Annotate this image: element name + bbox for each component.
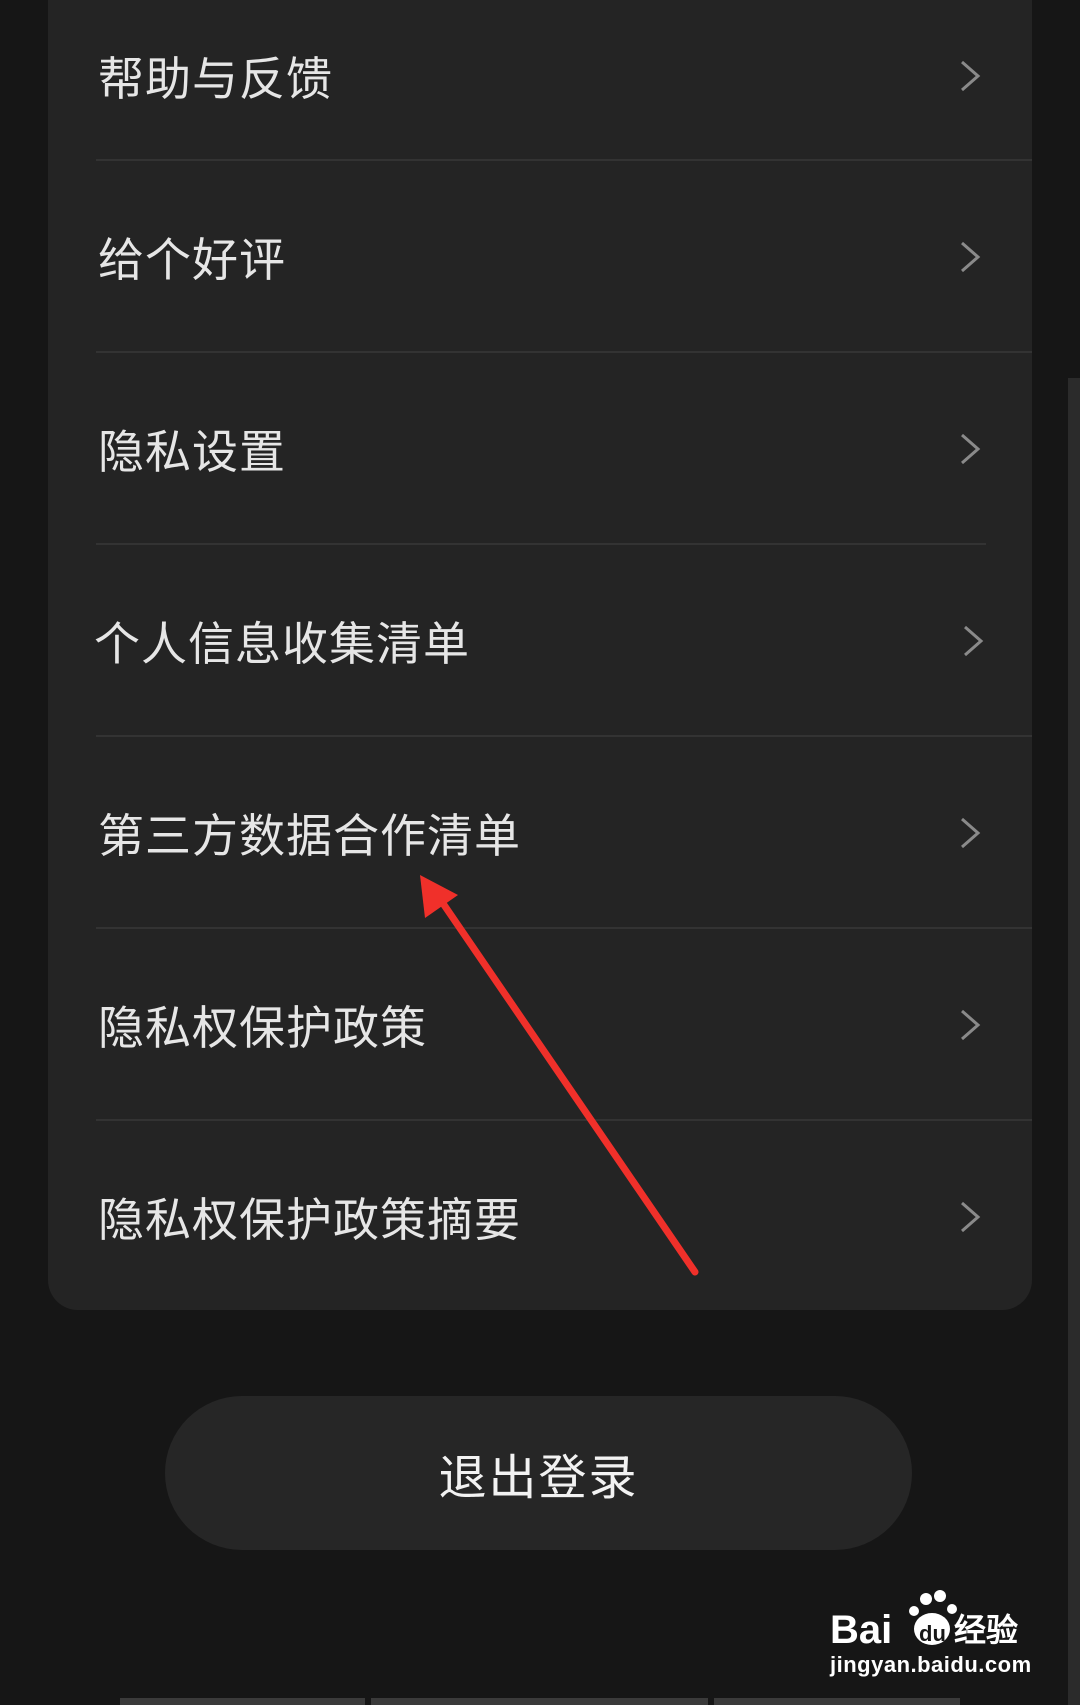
menu-item-privacy-policy-summary[interactable]: 隐私权保护政策摘要 — [48, 1121, 1032, 1313]
menu-item-label: 给个好评 — [98, 233, 286, 287]
chevron-right-icon — [961, 817, 981, 849]
menu-item-label: 第三方数据合作清单 — [98, 809, 521, 863]
chevron-right-icon — [961, 1201, 981, 1233]
menu-item-third-party-list[interactable]: 第三方数据合作清单 — [48, 737, 1032, 929]
chevron-right-icon — [961, 60, 981, 92]
menu-item-label: 隐私设置 — [98, 425, 286, 479]
bottom-tab-indicator — [371, 1698, 708, 1705]
watermark-url: jingyan.baidu.com — [830, 1652, 1032, 1677]
chevron-right-icon — [961, 1009, 981, 1041]
settings-card: 帮助与反馈 给个好评 隐私设置 个人信息收集清单 第三方数据合作清单 隐私权保护… — [48, 0, 1032, 1310]
bottom-tab-indicator — [120, 1698, 365, 1705]
svg-text:经验: 经验 — [954, 1611, 1018, 1649]
menu-item-label: 隐私权保护政策摘要 — [98, 1193, 521, 1247]
menu-item-personal-info-list[interactable]: 个人信息收集清单 — [48, 545, 1032, 737]
logout-button[interactable]: 退出登录 — [165, 1396, 912, 1550]
menu-item-rate-us[interactable]: 给个好评 — [48, 161, 1032, 353]
chevron-right-icon — [964, 625, 984, 657]
svg-text:Bai: Bai — [830, 1608, 892, 1652]
menu-item-privacy-policy[interactable]: 隐私权保护政策 — [48, 929, 1032, 1121]
menu-item-privacy-settings[interactable]: 隐私设置 — [48, 353, 1032, 545]
menu-item-label: 个人信息收集清单 — [94, 617, 470, 671]
scrollbar[interactable] — [1068, 378, 1080, 1705]
chevron-right-icon — [961, 241, 981, 273]
menu-item-label: 帮助与反馈 — [98, 52, 333, 106]
menu-item-label: 隐私权保护政策 — [98, 1001, 427, 1055]
chevron-right-icon — [961, 433, 981, 465]
menu-item-help-feedback[interactable]: 帮助与反馈 — [48, 0, 1032, 172]
svg-text:du: du — [919, 1621, 946, 1646]
bottom-tab-indicator — [714, 1698, 960, 1705]
